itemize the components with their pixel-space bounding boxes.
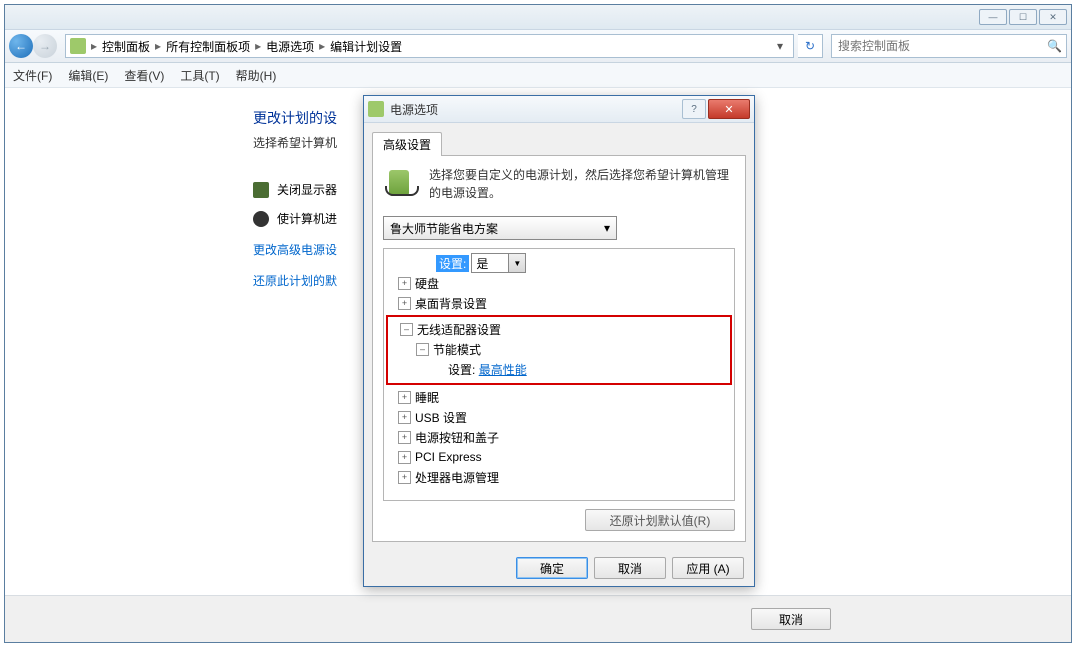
refresh-button[interactable]: ↻ — [798, 34, 823, 58]
search-icon[interactable]: 🔍 — [1047, 39, 1062, 53]
page-footer: 取消 — [5, 595, 1071, 642]
breadcrumb-item[interactable]: 电源选项 — [266, 38, 314, 55]
setting-value-dropdown[interactable]: 是 ▼ — [471, 253, 526, 273]
cancel-button[interactable]: 取消 — [751, 608, 831, 630]
tree-item-power-mode[interactable]: – 节能模式 — [390, 339, 728, 359]
monitor-icon — [253, 182, 269, 198]
address-dropdown-icon[interactable]: ▾ — [771, 39, 789, 53]
dialog-titlebar: 电源选项 ? ✕ — [364, 96, 754, 123]
tree-label: 节能模式 — [433, 341, 481, 358]
tree-item-cpu[interactable]: + 处理器电源管理 — [386, 467, 732, 487]
apply-button[interactable]: 应用 (A) — [672, 557, 744, 579]
expand-icon[interactable]: + — [398, 391, 411, 404]
dialog-title: 电源选项 — [390, 101, 682, 118]
dialog-body: 高级设置 选择您要自定义的电源计划，然后选择您希望计算机管理的电源设置。 鲁大师… — [364, 123, 754, 550]
power-options-dialog: 电源选项 ? ✕ 高级设置 选择您要自定义的电源计划，然后选择您希望计算机管理的… — [363, 95, 755, 587]
cancel-button[interactable]: 取消 — [594, 557, 666, 579]
collapse-icon[interactable]: – — [416, 343, 429, 356]
expand-icon[interactable]: + — [398, 451, 411, 464]
control-panel-icon — [70, 38, 86, 54]
breadcrumb-sep-icon: ▸ — [88, 39, 100, 53]
expand-icon[interactable]: + — [398, 297, 411, 310]
search-input[interactable] — [836, 38, 1047, 54]
tab-content: 选择您要自定义的电源计划，然后选择您希望计算机管理的电源设置。 鲁大师节能省电方… — [372, 156, 746, 542]
nav-buttons: ← → — [9, 33, 61, 59]
setting-value-link[interactable]: 最高性能 — [479, 361, 527, 378]
chevron-down-icon: ▼ — [508, 254, 525, 272]
nav-forward-button[interactable]: → — [33, 34, 57, 58]
highlighted-region: – 无线适配器设置 – 节能模式 设置: 最高性能 — [386, 315, 732, 385]
expand-icon[interactable]: + — [398, 471, 411, 484]
ok-button[interactable]: 确定 — [516, 557, 588, 579]
tree-label: 电源按钮和盖子 — [415, 429, 499, 446]
minimize-button[interactable]: — — [979, 9, 1007, 25]
explorer-window: — ☐ ✕ ← → ▸ 控制面板 ▸ 所有控制面板项 ▸ 电源选项 ▸ 编辑计划… — [4, 4, 1072, 643]
tree-item-hdd[interactable]: + 硬盘 — [386, 273, 732, 293]
breadcrumb-sep-icon: ▸ — [252, 39, 264, 53]
plan-select[interactable]: 鲁大师节能省电方案 ▾ — [383, 216, 617, 240]
nav-back-button[interactable]: ← — [9, 34, 33, 58]
window-titlebar: — ☐ ✕ — [5, 5, 1071, 30]
menu-help[interactable]: 帮助(H) — [236, 67, 277, 84]
restore-plan-link[interactable]: 还原此计划的默 — [253, 274, 337, 288]
restore-defaults-button[interactable]: 还原计划默认值(R) — [585, 509, 735, 531]
intro-text: 选择您要自定义的电源计划，然后选择您希望计算机管理的电源设置。 — [429, 166, 735, 202]
display-off-label: 关闭显示器 — [277, 181, 337, 198]
address-bar[interactable]: ▸ 控制面板 ▸ 所有控制面板项 ▸ 电源选项 ▸ 编辑计划设置 ▾ — [65, 34, 794, 58]
tree-item-power-button[interactable]: + 电源按钮和盖子 — [386, 427, 732, 447]
setting-label-text: 设置: — [448, 361, 475, 378]
settings-tree[interactable]: 设置: 是 ▼ + 硬盘 + 桌面背景设置 — [383, 248, 735, 501]
sleep-label: 使计算机进 — [277, 210, 337, 227]
expand-icon[interactable]: + — [398, 411, 411, 424]
battery-icon — [368, 101, 384, 117]
battery-large-icon — [383, 166, 419, 202]
close-button[interactable]: ✕ — [1039, 9, 1067, 25]
tree-item-pci[interactable]: + PCI Express — [386, 447, 732, 467]
tree-label: 无线适配器设置 — [417, 321, 501, 338]
setting-value: 是 — [476, 255, 488, 272]
dialog-footer: 确定 取消 应用 (A) — [364, 550, 754, 586]
expand-icon[interactable]: + — [398, 431, 411, 444]
tree-label: PCI Express — [415, 450, 482, 464]
plan-select-value: 鲁大师节能省电方案 — [390, 220, 498, 237]
setting-label: 设置: — [436, 255, 469, 272]
tree-label: 睡眠 — [415, 389, 439, 406]
tab-advanced[interactable]: 高级设置 — [372, 132, 442, 156]
restore-defaults-row: 还原计划默认值(R) — [383, 509, 735, 531]
change-advanced-link[interactable]: 更改高级电源设 — [253, 243, 337, 257]
breadcrumb-sep-icon: ▸ — [152, 39, 164, 53]
menu-edit[interactable]: 编辑(E) — [68, 67, 108, 84]
breadcrumb-item[interactable]: 编辑计划设置 — [330, 38, 402, 55]
tree-label: USB 设置 — [415, 409, 467, 426]
tree-item-desktop-bg[interactable]: + 桌面背景设置 — [386, 293, 732, 313]
tree-label: 硬盘 — [415, 275, 439, 292]
maximize-button[interactable]: ☐ — [1009, 9, 1037, 25]
expand-icon[interactable]: + — [398, 277, 411, 290]
intro-row: 选择您要自定义的电源计划，然后选择您希望计算机管理的电源设置。 — [383, 166, 735, 202]
moon-icon — [253, 211, 269, 227]
tree-current-setting: 设置: 是 ▼ — [386, 253, 732, 273]
search-box[interactable]: 🔍 — [831, 34, 1067, 58]
nav-toolbar: ← → ▸ 控制面板 ▸ 所有控制面板项 ▸ 电源选项 ▸ 编辑计划设置 ▾ ↻… — [5, 30, 1071, 63]
tree-item-usb[interactable]: + USB 设置 — [386, 407, 732, 427]
tree-label: 处理器电源管理 — [415, 469, 499, 486]
tree-power-mode-setting[interactable]: 设置: 最高性能 — [390, 359, 728, 379]
tree-label: 桌面背景设置 — [415, 295, 487, 312]
breadcrumb-item[interactable]: 控制面板 — [102, 38, 150, 55]
dropdown-arrow-icon: ▾ — [604, 221, 610, 235]
tree-item-sleep[interactable]: + 睡眠 — [386, 387, 732, 407]
menu-tools[interactable]: 工具(T) — [180, 67, 219, 84]
menu-bar: 文件(F) 编辑(E) 查看(V) 工具(T) 帮助(H) — [5, 63, 1071, 88]
collapse-icon[interactable]: – — [400, 323, 413, 336]
tab-strip: 高级设置 — [372, 131, 746, 156]
menu-view[interactable]: 查看(V) — [124, 67, 164, 84]
breadcrumb-sep-icon: ▸ — [316, 39, 328, 53]
tree-item-wireless[interactable]: – 无线适配器设置 — [390, 319, 728, 339]
menu-file[interactable]: 文件(F) — [13, 67, 52, 84]
dialog-help-button[interactable]: ? — [682, 99, 706, 119]
breadcrumb-item[interactable]: 所有控制面板项 — [166, 38, 250, 55]
dialog-close-button[interactable]: ✕ — [708, 99, 750, 119]
